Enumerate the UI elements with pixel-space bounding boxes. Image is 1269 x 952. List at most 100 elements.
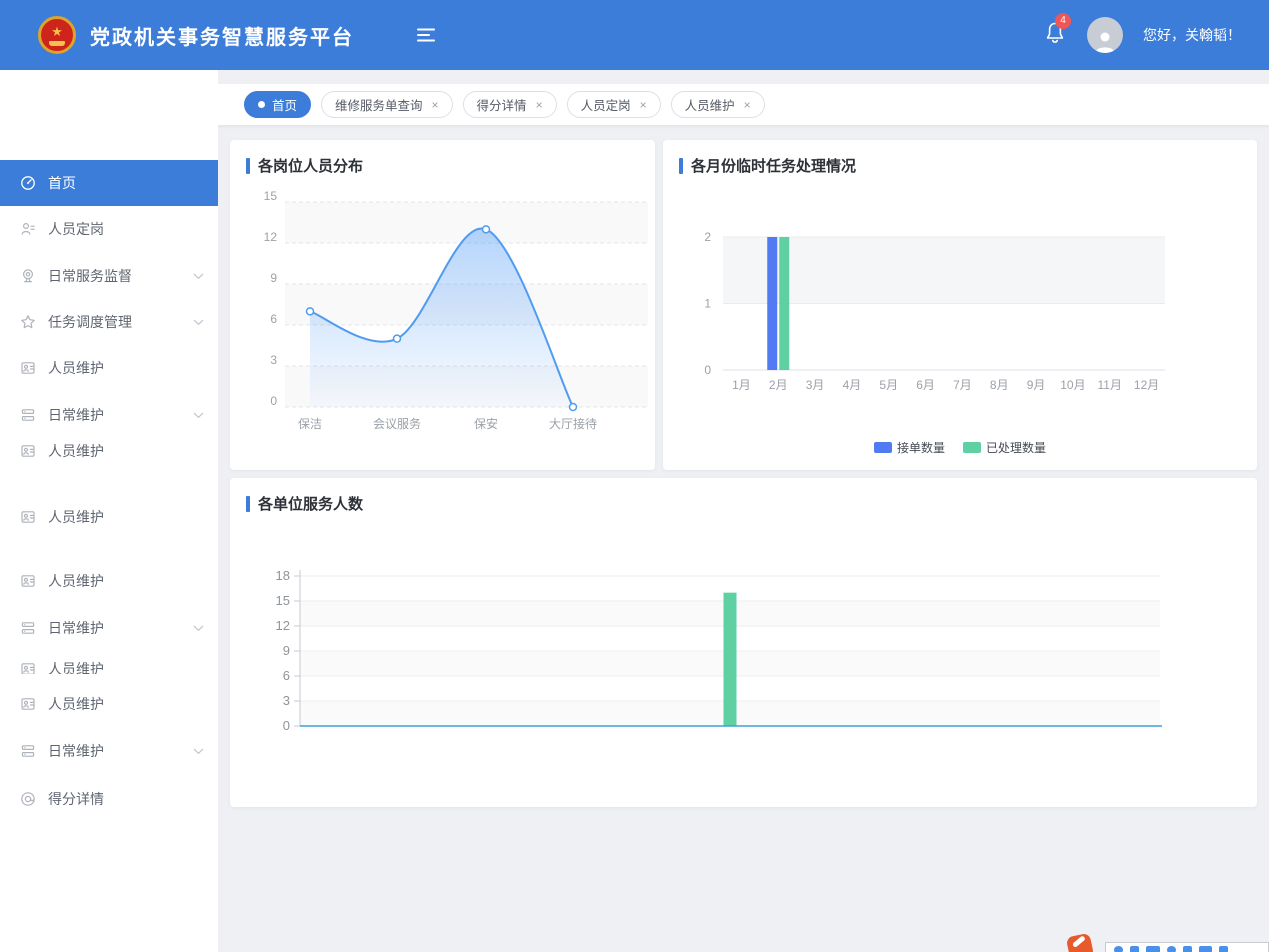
tab-label: 人员维护 bbox=[685, 95, 735, 114]
active-tab-dot-icon bbox=[258, 101, 265, 108]
dashboard-icon bbox=[20, 175, 36, 191]
app-header: ★ 党政机关事务智慧服务平台 4 bbox=[0, 0, 1269, 70]
id-card-icon bbox=[20, 573, 36, 589]
svg-text:5月: 5月 bbox=[879, 378, 898, 392]
sidebar-item-4[interactable]: 人员维护 bbox=[0, 345, 218, 391]
tab-close-icon[interactable]: × bbox=[744, 99, 751, 111]
svg-text:7月: 7月 bbox=[953, 378, 972, 392]
svg-text:保安: 保安 bbox=[474, 416, 498, 431]
tab-close-icon[interactable]: × bbox=[432, 99, 439, 111]
sidebar-item-label: 任务调度管理 bbox=[48, 312, 132, 332]
legend-item[interactable]: 已处理数量 bbox=[963, 439, 1046, 456]
tab-0-active[interactable]: 首页 bbox=[244, 91, 311, 118]
capture-tool-icon[interactable] bbox=[1167, 946, 1176, 952]
svg-text:15: 15 bbox=[264, 189, 278, 203]
sidebar-item-label: 人员维护 bbox=[48, 358, 104, 378]
capture-tool-icon[interactable] bbox=[1199, 946, 1212, 952]
sidebar-item-9[interactable]: 日常维护 bbox=[0, 605, 218, 651]
chevron-down-icon bbox=[193, 412, 204, 419]
svg-text:1: 1 bbox=[704, 297, 711, 311]
capture-tool-icon[interactable] bbox=[1146, 946, 1160, 952]
notifications-button[interactable]: 4 bbox=[1043, 20, 1067, 51]
sidebar-item-label: 人员维护 bbox=[48, 441, 104, 461]
sidebar-item-label: 日常维护 bbox=[48, 741, 104, 761]
chart-title-unit-service: 各单位服务人数 bbox=[258, 493, 363, 514]
sidebar-item-label: 人员维护 bbox=[48, 660, 104, 674]
legend-item[interactable]: 接单数量 bbox=[874, 439, 945, 456]
chevron-down-icon bbox=[193, 319, 204, 326]
tab-label: 维修服务单查询 bbox=[335, 95, 423, 114]
capture-tool-icon[interactable] bbox=[1183, 946, 1192, 952]
list-icon bbox=[20, 620, 36, 636]
capture-tool-icon[interactable] bbox=[1114, 946, 1123, 952]
card-header: 各单位服务人数 bbox=[246, 493, 363, 514]
screen-capture-toolbar[interactable] bbox=[1105, 942, 1269, 952]
svg-text:4月: 4月 bbox=[843, 378, 862, 392]
legend-swatch-icon bbox=[963, 442, 981, 453]
monthly-tasks-chart[interactable]: 0121月2月3月4月5月6月7月8月9月10月11月12月 bbox=[663, 140, 1257, 470]
chevron-down-icon bbox=[193, 748, 204, 755]
svg-text:0: 0 bbox=[270, 394, 277, 408]
id-card-icon bbox=[20, 661, 36, 674]
svg-text:15: 15 bbox=[276, 593, 290, 608]
chart-legend[interactable]: 接单数量 已处理数量 bbox=[663, 439, 1257, 456]
sidebar-item-6[interactable]: 人员维护 bbox=[0, 428, 218, 474]
card-monthly-tasks: 各月份临时任务处理情况 0121月2月3月4月5月6月7月8月9月10月11月1… bbox=[663, 140, 1257, 470]
sidebar-item-2[interactable]: 日常服务监督 bbox=[0, 253, 218, 299]
sidebar-item-10[interactable]: 人员维护 bbox=[0, 660, 218, 674]
sidebar-item-7[interactable]: 人员维护 bbox=[0, 494, 218, 540]
tab-4[interactable]: 人员维护 × bbox=[671, 91, 765, 118]
tab-label: 得分详情 bbox=[477, 95, 527, 114]
svg-text:2: 2 bbox=[704, 230, 711, 244]
svg-text:18: 18 bbox=[276, 568, 290, 583]
capture-tool-logo-icon[interactable] bbox=[1066, 933, 1094, 952]
svg-text:6月: 6月 bbox=[916, 378, 935, 392]
capture-tool-icon[interactable] bbox=[1130, 946, 1139, 952]
avatar[interactable] bbox=[1087, 17, 1123, 53]
tab-close-icon[interactable]: × bbox=[640, 99, 647, 111]
sidebar-item-label: 日常服务监督 bbox=[48, 266, 132, 286]
svg-text:9: 9 bbox=[283, 643, 290, 658]
sidebar: 首页人员定岗日常服务监督任务调度管理人员维护日常维护人员维护人员维护人员维护日常… bbox=[0, 70, 218, 952]
sidebar-collapse-button[interactable] bbox=[416, 27, 436, 43]
user-icon bbox=[1092, 29, 1118, 53]
sidebar-item-12[interactable]: 日常维护 bbox=[0, 728, 218, 774]
id-card-icon bbox=[20, 696, 36, 712]
tab-2[interactable]: 得分详情 × bbox=[463, 91, 557, 118]
title-accent-bar bbox=[246, 496, 250, 512]
sidebar-item-8[interactable]: 人员维护 bbox=[0, 558, 218, 604]
capture-tool-icon[interactable] bbox=[1219, 946, 1228, 952]
emblem-star-icon: ★ bbox=[51, 25, 63, 38]
sidebar-item-3[interactable]: 任务调度管理 bbox=[0, 299, 218, 345]
legend-label: 已处理数量 bbox=[986, 439, 1046, 456]
post-distribution-chart[interactable]: 03691215保洁会议服务保安大厅接待 bbox=[230, 140, 655, 470]
title-accent-bar bbox=[679, 158, 683, 174]
tab-1[interactable]: 维修服务单查询 × bbox=[321, 91, 453, 118]
svg-text:8月: 8月 bbox=[990, 378, 1009, 392]
sidebar-item-1[interactable]: 人员定岗 bbox=[0, 206, 218, 252]
tab-3[interactable]: 人员定岗× bbox=[567, 91, 661, 118]
sidebar-item-label: 得分详情 bbox=[48, 789, 104, 809]
unit-service-chart[interactable]: 0369121518 bbox=[230, 478, 1257, 807]
card-post-distribution: 各岗位人员分布 03691215保洁会议服务保安大厅接待 bbox=[230, 140, 655, 470]
app-title: 党政机关事务智慧服务平台 bbox=[90, 21, 354, 50]
tab-label: 首页 bbox=[272, 95, 297, 114]
svg-text:9月: 9月 bbox=[1027, 378, 1046, 392]
tab-close-icon[interactable]: × bbox=[536, 99, 543, 111]
svg-text:3: 3 bbox=[270, 353, 277, 367]
sidebar-item-13[interactable]: 得分详情 bbox=[0, 776, 218, 822]
card-header: 各月份临时任务处理情况 bbox=[679, 155, 856, 176]
id-card-icon bbox=[20, 509, 36, 525]
svg-text:12月: 12月 bbox=[1134, 378, 1159, 392]
score-icon bbox=[20, 791, 36, 807]
sidebar-item-0-active[interactable]: 首页 bbox=[0, 160, 218, 206]
sidebar-item-11[interactable]: 人员维护 bbox=[0, 681, 218, 727]
svg-text:1月: 1月 bbox=[732, 378, 751, 392]
user-badge-icon bbox=[20, 221, 36, 237]
sidebar-item-label: 日常维护 bbox=[48, 405, 104, 425]
list-icon bbox=[20, 743, 36, 759]
card-header: 各岗位人员分布 bbox=[246, 155, 363, 176]
national-emblem-logo: ★ bbox=[38, 16, 76, 54]
sidebar-item-label: 日常维护 bbox=[48, 618, 104, 638]
chevron-down-icon bbox=[193, 625, 204, 632]
